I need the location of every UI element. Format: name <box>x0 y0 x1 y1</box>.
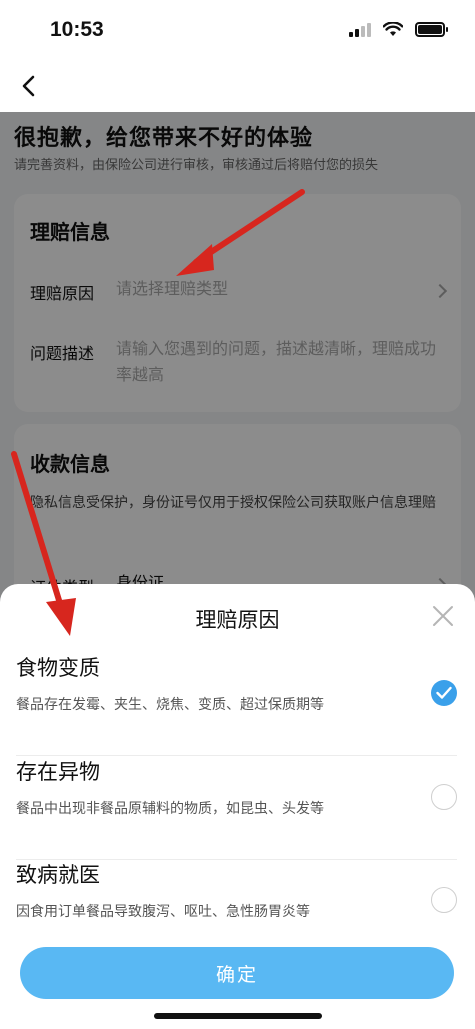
option-title: 存在异物 <box>16 760 100 784</box>
radio-checked[interactable] <box>431 680 457 706</box>
radio-unchecked[interactable] <box>431 887 457 913</box>
option-desc: 餐品存在发霉、夹生、烧焦、变质、超过保质期等 <box>16 697 324 713</box>
reason-bottom-sheet: 理赔原因 食物变质 餐品存在发霉、夹生、烧焦、变质、超过保质期等 存在异物 餐品… <box>0 584 475 1029</box>
option-title: 食物变质 <box>16 656 100 680</box>
nav-bar <box>0 62 475 112</box>
radio-unchecked[interactable] <box>431 784 457 810</box>
option-title: 致病就医 <box>16 863 100 887</box>
back-arrow-icon[interactable] <box>16 72 44 100</box>
status-time: 10:53 <box>50 18 104 41</box>
battery-icon <box>415 22 448 37</box>
status-icons <box>349 22 448 37</box>
home-indicator <box>154 1013 322 1019</box>
sheet-title: 理赔原因 <box>195 608 280 632</box>
option-foreign-object[interactable]: 存在异物 餐品中出现非餐品原辅料的物质，如昆虫、头发等 <box>0 756 475 860</box>
checkmark-icon <box>436 686 452 699</box>
status-bar: 10:53 <box>0 0 475 62</box>
close-icon[interactable] <box>431 604 455 628</box>
wifi-icon <box>383 22 403 36</box>
option-desc: 因食用订单餐品导致腹泻、呕吐、急性肠胃炎等 <box>16 904 310 920</box>
option-desc: 餐品中出现非餐品原辅料的物质，如昆虫、头发等 <box>16 801 324 817</box>
signal-icon <box>349 22 371 37</box>
confirm-button[interactable]: 确定 <box>20 947 454 999</box>
option-food-spoiled[interactable]: 食物变质 餐品存在发霉、夹生、烧焦、变质、超过保质期等 <box>0 652 475 756</box>
